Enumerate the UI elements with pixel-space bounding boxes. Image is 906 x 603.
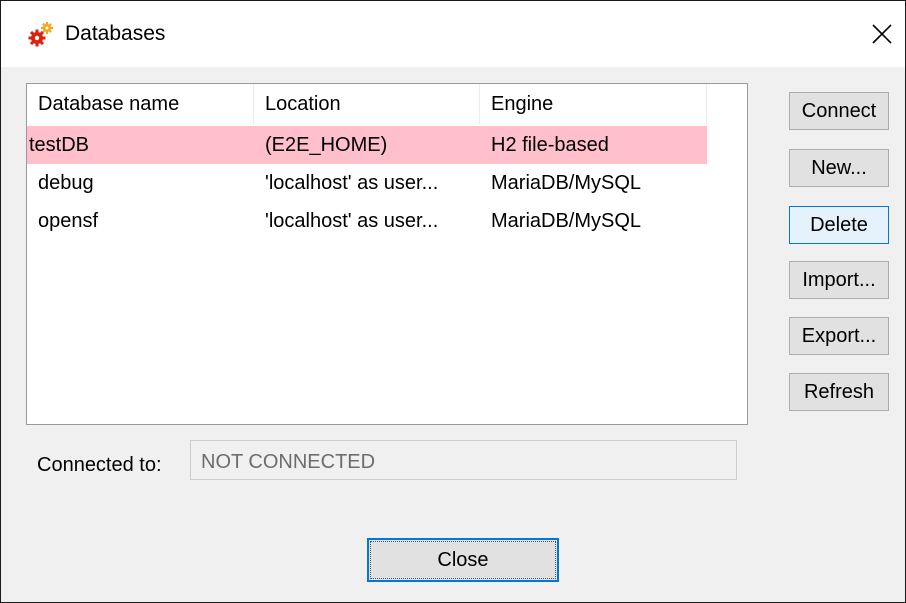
- table-row-opensf[interactable]: opensf 'localhost' as user... MariaDB/My…: [27, 202, 707, 240]
- cell-engine: MariaDB/MySQL: [491, 172, 642, 194]
- list-header: Database name Location Engine: [27, 84, 707, 124]
- cell-location: (E2E_HOME): [265, 134, 388, 156]
- column-header-database-name[interactable]: Database name: [38, 93, 179, 116]
- import-button[interactable]: Import...: [789, 261, 889, 299]
- new-button[interactable]: New...: [789, 149, 889, 187]
- gears-icon: [27, 20, 55, 48]
- close-button-label: Close: [370, 541, 556, 579]
- table-row-debug[interactable]: debug 'localhost' as user... MariaDB/MyS…: [27, 164, 707, 202]
- cell-database-name: testDB: [29, 134, 90, 156]
- column-divider[interactable]: [706, 84, 707, 124]
- databases-dialog: Databases Database name Location Engine …: [0, 0, 906, 603]
- close-icon[interactable]: [859, 11, 905, 57]
- column-header-engine[interactable]: Engine: [491, 93, 553, 116]
- cell-engine: MariaDB/MySQL: [491, 210, 642, 232]
- connect-button[interactable]: Connect: [789, 92, 889, 130]
- column-divider[interactable]: [253, 84, 254, 124]
- title-bar: Databases: [1, 1, 905, 67]
- database-list[interactable]: Database name Location Engine testDB (E2…: [26, 83, 748, 425]
- cell-database-name: opensf: [38, 210, 99, 232]
- refresh-button[interactable]: Refresh: [789, 373, 889, 411]
- connected-to-label: Connected to:: [37, 454, 162, 476]
- table-row-testdb[interactable]: testDB (E2E_HOME) H2 file-based: [27, 126, 707, 164]
- cell-database-name: debug: [38, 172, 94, 194]
- connected-to-field: NOT CONNECTED: [190, 440, 737, 480]
- column-header-location[interactable]: Location: [265, 93, 341, 116]
- delete-button[interactable]: Delete: [789, 206, 889, 244]
- column-divider[interactable]: [479, 84, 480, 124]
- window-title: Databases: [65, 22, 166, 45]
- cell-engine: H2 file-based: [491, 134, 609, 156]
- cell-location: 'localhost' as user...: [265, 172, 439, 194]
- cell-location: 'localhost' as user...: [265, 210, 439, 232]
- close-button[interactable]: Close: [367, 538, 559, 582]
- export-button[interactable]: Export...: [789, 317, 889, 355]
